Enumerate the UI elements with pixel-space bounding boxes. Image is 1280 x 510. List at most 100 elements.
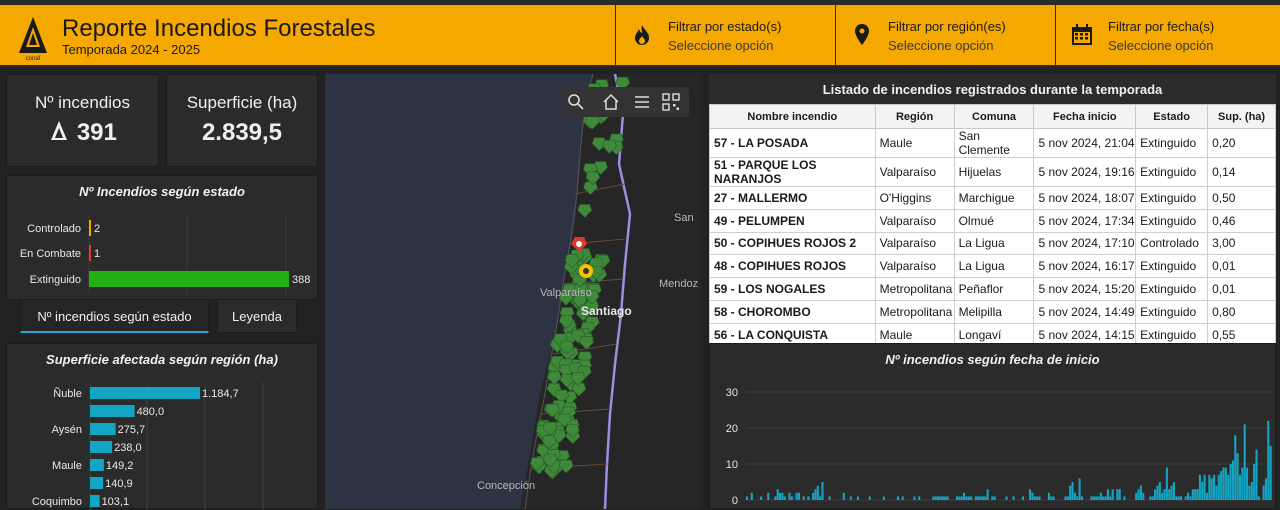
table-row[interactable]: 59 - LOS NOGALES Metropolitana Peñaflor 5 n… <box>709 277 1276 301</box>
col-fecha[interactable]: Fecha inicio <box>1033 104 1137 129</box>
bar[interactable] <box>1031 492 1034 500</box>
bar[interactable] <box>1149 496 1152 500</box>
bar[interactable] <box>89 245 91 261</box>
list-icon[interactable] <box>632 92 652 112</box>
bar[interactable] <box>1012 496 1015 500</box>
bar[interactable] <box>1229 464 1232 500</box>
bar[interactable] <box>970 496 973 500</box>
bar[interactable] <box>1142 492 1145 500</box>
tab-estado[interactable]: Nº incendios según estado <box>20 299 209 333</box>
bar[interactable] <box>941 496 944 500</box>
bar[interactable] <box>1236 453 1239 500</box>
bar[interactable] <box>746 496 749 500</box>
bar[interactable] <box>1224 467 1227 500</box>
bar[interactable] <box>1158 482 1161 500</box>
bar[interactable] <box>1078 478 1081 500</box>
bar[interactable] <box>1076 496 1079 500</box>
bar[interactable] <box>1151 496 1154 500</box>
bar[interactable] <box>1175 496 1178 500</box>
bar[interactable] <box>1106 489 1109 500</box>
bar[interactable] <box>1071 482 1074 500</box>
bar[interactable] <box>90 405 135 417</box>
bar[interactable] <box>967 496 970 500</box>
bar[interactable] <box>90 387 200 399</box>
bar[interactable] <box>788 492 791 500</box>
bar[interactable] <box>882 496 885 500</box>
bar[interactable] <box>774 496 777 500</box>
col-nombre[interactable]: Nombre incendio <box>709 104 876 129</box>
bar[interactable] <box>1161 492 1164 500</box>
bar[interactable] <box>1238 474 1242 500</box>
map-canvas[interactable]: Valparaíso Santiago Mendoz San Concepció… <box>325 74 701 509</box>
bar[interactable] <box>781 492 784 500</box>
table-row[interactable]: 49 - PELUMPEN Valparaíso Olmué 5 nov 2024, … <box>709 208 1276 233</box>
bar[interactable] <box>1243 424 1246 500</box>
bar[interactable] <box>965 496 968 500</box>
bar[interactable] <box>1092 496 1095 500</box>
bar[interactable] <box>90 423 116 435</box>
col-comuna[interactable]: Comuna <box>953 104 1035 129</box>
bar[interactable] <box>828 496 831 500</box>
bar[interactable] <box>1033 496 1036 500</box>
bar[interactable] <box>90 441 113 453</box>
filter-fecha[interactable]: Filtrar por fecha(s) Seleccione opción <box>1055 5 1280 65</box>
bar[interactable] <box>1234 435 1237 500</box>
bar[interactable] <box>1269 446 1272 500</box>
bar[interactable] <box>1080 496 1084 500</box>
bar[interactable] <box>901 496 904 500</box>
bar[interactable] <box>1208 474 1211 500</box>
bar[interactable] <box>1194 489 1197 500</box>
bar[interactable] <box>984 496 987 500</box>
bar[interactable] <box>1156 485 1159 500</box>
filter-region-value[interactable]: Seleccione opción <box>888 38 994 53</box>
bar[interactable] <box>1139 485 1142 500</box>
bar[interactable] <box>1104 496 1107 500</box>
bar[interactable] <box>783 496 786 500</box>
qr-code-icon[interactable] <box>661 92 681 112</box>
bar[interactable] <box>776 489 779 500</box>
bar[interactable] <box>1069 485 1072 500</box>
bar[interactable] <box>1066 496 1069 500</box>
bar[interactable] <box>1180 496 1183 500</box>
search-icon[interactable] <box>566 92 586 112</box>
bar[interactable] <box>797 492 800 500</box>
table-row[interactable]: 50 - COPIHUES ROJOS 2 Valparaíso La Ligua 5… <box>709 231 1276 256</box>
fire-marker-controlado[interactable] <box>579 264 593 278</box>
bar[interactable] <box>1189 496 1192 500</box>
bar[interactable] <box>1222 467 1225 500</box>
bar[interactable] <box>856 496 859 500</box>
table-row[interactable]: 27 - MALLERMO O'Higgins Marchigue 5 nov 202… <box>709 186 1276 210</box>
bar[interactable] <box>1184 496 1187 500</box>
bar[interactable] <box>1198 474 1201 500</box>
bar[interactable] <box>90 459 104 471</box>
bar[interactable] <box>1213 474 1216 500</box>
map-view[interactable]: Valparaíso Santiago Mendoz San Concepció… <box>325 74 701 509</box>
bar[interactable] <box>1099 492 1102 500</box>
bar[interactable] <box>896 496 900 500</box>
bar[interactable] <box>1021 496 1025 500</box>
home-icon[interactable] <box>601 92 621 112</box>
bar[interactable] <box>1205 492 1209 500</box>
bar[interactable] <box>1241 467 1244 500</box>
filter-fecha-value[interactable]: Seleccione opción <box>1108 38 1214 53</box>
bar[interactable] <box>986 489 989 500</box>
bar[interactable] <box>1170 485 1173 500</box>
bar[interactable] <box>1073 492 1076 500</box>
table-row[interactable]: 48 - COPIHUES ROJOS Valparaíso La Ligua 5 n… <box>709 254 1276 279</box>
filter-estado[interactable]: Filtrar por estado(s) Seleccione opción <box>615 5 835 65</box>
filter-region[interactable]: Filtrar por región(es) Seleccione opción <box>835 5 1055 65</box>
bar[interactable] <box>90 477 104 489</box>
tab-leyenda[interactable]: Leyenda <box>217 299 297 333</box>
bar[interactable] <box>90 495 100 507</box>
bar[interactable] <box>1036 496 1039 500</box>
bar[interactable] <box>821 482 824 500</box>
bar[interactable] <box>1191 489 1194 500</box>
bar[interactable] <box>963 492 966 500</box>
col-estado[interactable]: Estado <box>1135 104 1209 129</box>
bar[interactable] <box>1038 496 1041 500</box>
bar[interactable] <box>946 496 949 500</box>
bar[interactable] <box>1255 449 1258 500</box>
bar[interactable] <box>750 492 753 500</box>
bar[interactable] <box>944 496 947 500</box>
bar[interactable] <box>1203 474 1206 500</box>
